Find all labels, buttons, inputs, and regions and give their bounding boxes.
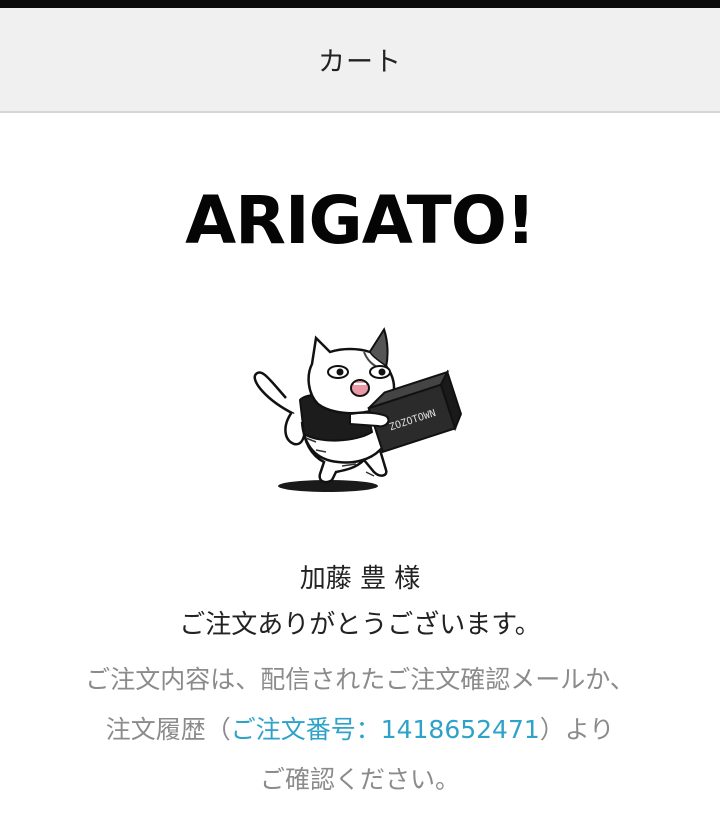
order-history-suffix: ）より [539,715,615,744]
order-history-prefix: 注文履歴（ [105,715,231,744]
order-number-link[interactable]: ご注文番号：1418652471 [231,715,540,744]
confirmation-info-line1: ご注文内容は、配信されたご注文確認メールか、 [85,665,635,694]
customer-name: 加藤 豊 様 [299,564,421,594]
order-complete-page: カート ARIGATO! ZOZOTOWN 加藤 豊 様 ご注文ありがとうござい… [0,0,720,834]
page-title: カート [318,47,402,78]
thanks-message: ご注文ありがとうございます。 [179,610,541,640]
confirmation-info-line3: ご確認ください。 [259,765,460,794]
status-bar-strip [0,0,720,8]
page-header: カート [0,8,720,113]
arigato-heading: ARIGATO! [185,182,536,259]
cat-carrying-box-illustration: ZOZOTOWN [253,327,462,492]
confirmation-info-line2: 注文履歴（ご注文番号：1418652471）より [0,710,720,746]
